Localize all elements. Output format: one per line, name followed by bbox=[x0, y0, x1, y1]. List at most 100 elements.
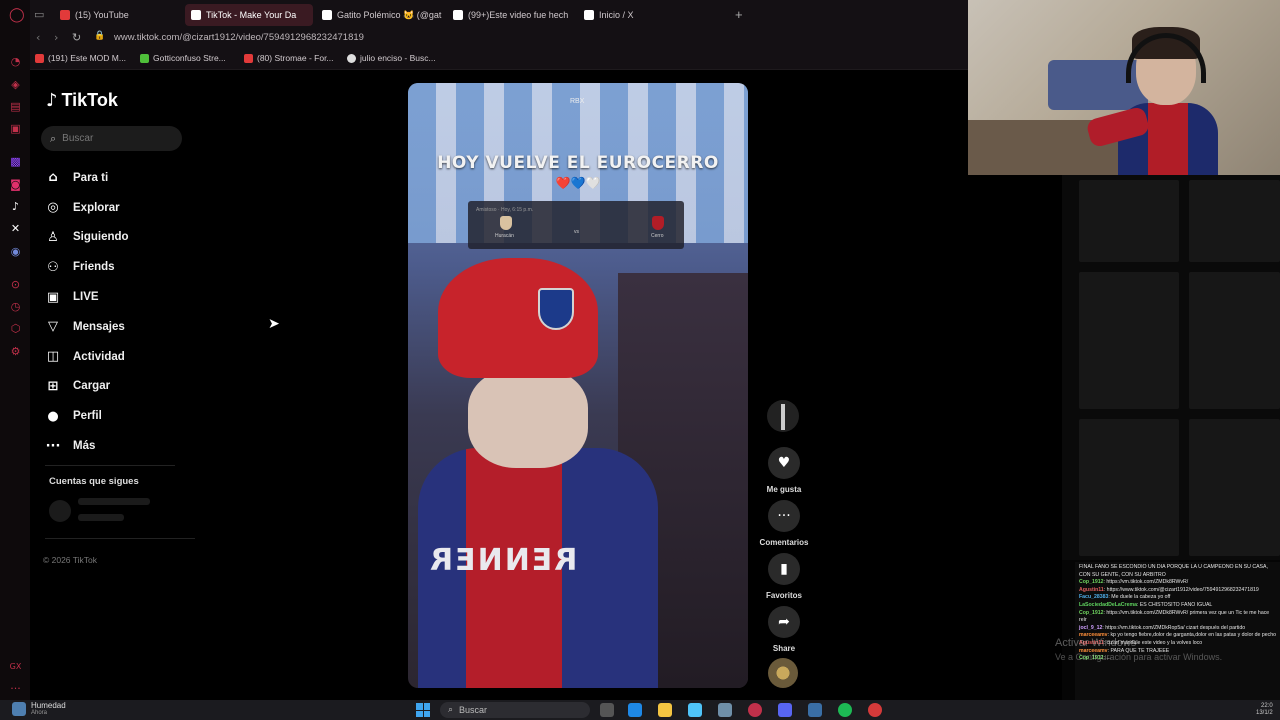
bookmark-item[interactable]: (191) Este MOD M... bbox=[35, 53, 126, 63]
reload-icon[interactable]: ↻ bbox=[72, 31, 81, 44]
video-subject-hat bbox=[438, 258, 598, 378]
divider bbox=[45, 538, 195, 539]
chat-message: FINAL FANO SE ESCONDIO UN DIA PORQUE LA … bbox=[1079, 564, 1276, 579]
bookmark-item[interactable]: julio enciso - Busc... bbox=[347, 53, 436, 63]
team-crest-icon bbox=[500, 216, 512, 230]
tab-label: Inicio / X bbox=[599, 10, 634, 20]
tab-tiktok[interactable]: TikTok - Make Your Da bbox=[185, 4, 313, 26]
taskbar-search[interactable]: ⌕ Buscar bbox=[440, 702, 590, 718]
tab-gatito[interactable]: Gatito Polémico 😺 (@gat bbox=[316, 4, 444, 26]
bookmark-item[interactable]: (80) Stromae - For... bbox=[244, 53, 334, 63]
windows-activation-title: Activar Windows bbox=[1055, 637, 1137, 649]
sidebar-app-icon[interactable]: ◔ bbox=[9, 55, 22, 68]
new-tab-button[interactable]: + bbox=[735, 7, 743, 22]
discord-icon[interactable]: ◉ bbox=[9, 245, 22, 258]
spotify-icon[interactable] bbox=[838, 703, 852, 717]
tab-label: (15) YouTube bbox=[75, 10, 129, 20]
scoreboard-overlay: Amistoso · Hoy, 6:15 p.m. Huracán vs Cer… bbox=[468, 201, 684, 249]
search-input[interactable] bbox=[62, 133, 163, 144]
more-icon: ··· bbox=[45, 438, 61, 454]
music-disc-icon[interactable] bbox=[768, 658, 798, 688]
opera-logo-icon[interactable]: ◯ bbox=[9, 8, 25, 22]
divider bbox=[45, 465, 175, 466]
sidebar-item-cargar[interactable]: ⊞ Cargar bbox=[45, 372, 129, 402]
app-icon[interactable] bbox=[808, 703, 822, 717]
copilot-icon[interactable] bbox=[688, 703, 702, 717]
file-explorer-icon[interactable] bbox=[658, 703, 672, 717]
sidebar-item-label: LIVE bbox=[73, 291, 99, 304]
settings-icon[interactable]: ⚙ bbox=[9, 345, 22, 358]
live-icon: ▣ bbox=[46, 289, 60, 305]
tab-youtube[interactable]: (15) YouTube bbox=[54, 4, 182, 26]
favorites-label: Favoritos bbox=[765, 591, 802, 600]
bookmark-label: (80) Stromae - For... bbox=[257, 53, 334, 63]
video-player[interactable]: RBX HOY VUELVE EL EUROCERRO ❤️💙🤍 Amistos… bbox=[408, 83, 748, 688]
author-avatar[interactable] bbox=[767, 400, 799, 432]
discord-icon[interactable] bbox=[778, 703, 792, 717]
youtube-icon bbox=[244, 53, 253, 63]
share-button[interactable]: ➦ Share bbox=[754, 606, 814, 653]
taskbar-search-label: Buscar bbox=[459, 705, 488, 715]
sidebar-app-icon[interactable]: ▤ bbox=[9, 100, 22, 113]
url-field[interactable]: www.tiktok.com/@cizart1912/video/7594912… bbox=[114, 32, 364, 43]
twitch-icon[interactable]: ▩ bbox=[9, 155, 22, 168]
weather-subtitle: Ahora bbox=[31, 710, 48, 716]
x-icon[interactable]: ✕ bbox=[9, 222, 22, 235]
extensions-icon[interactable]: ⬡ bbox=[9, 322, 22, 335]
video-subject-face bbox=[468, 368, 588, 468]
windows-start-icon[interactable] bbox=[416, 703, 430, 717]
chat-user: Cop_1912 bbox=[1079, 579, 1104, 586]
sidebar-app-icon[interactable]: ▣ bbox=[9, 122, 22, 135]
compass-icon: ◎ bbox=[47, 200, 59, 216]
history-icon[interactable]: ◷ bbox=[9, 300, 22, 313]
sidebar-item-siguiendo[interactable]: ♙ Siguiendo bbox=[45, 223, 128, 253]
stream-overlay-panel bbox=[1062, 175, 1280, 560]
instagram-icon[interactable]: ◙ bbox=[9, 178, 22, 191]
bookmark-icon: ▮ bbox=[768, 553, 800, 585]
sidebar-item-actividad[interactable]: ◫ Actividad bbox=[45, 342, 129, 372]
sidebar-item-perfil[interactable]: ● Perfil bbox=[45, 401, 129, 431]
tiktok-sidebar-icon[interactable]: ♪ bbox=[9, 200, 22, 213]
more-icon[interactable]: ··· bbox=[9, 682, 22, 695]
sidebar-item-para-ti[interactable]: ⌂ Para ti bbox=[45, 163, 129, 193]
tab-menu-icon[interactable]: ▭ bbox=[34, 8, 44, 21]
store-icon[interactable] bbox=[718, 703, 732, 717]
tiktok-logo[interactable]: ♪ TikTok bbox=[46, 90, 118, 111]
tab-x[interactable]: Inicio / X bbox=[578, 4, 706, 26]
sidebar-item-mas[interactable]: ··· Más bbox=[45, 431, 129, 461]
following-icon: ♙ bbox=[47, 229, 59, 245]
sidebar-item-explorar[interactable]: ◎ Explorar bbox=[45, 193, 129, 223]
sidebar-app-icon[interactable]: ◈ bbox=[9, 78, 22, 91]
like-button[interactable]: ♥ Me gusta bbox=[754, 447, 814, 494]
chat-user: Facu_28383 bbox=[1079, 594, 1109, 601]
following-accounts-title: Cuentas que sigues bbox=[49, 476, 139, 487]
sidebar-item-label: Para ti bbox=[73, 171, 109, 184]
clock[interactable]: 22:0 13/1/2 bbox=[1256, 703, 1273, 717]
sidebar-menu: ⌂ Para ti ◎ Explorar ♙ Siguiendo ⚇ Friends ▣… bbox=[45, 163, 129, 461]
sidebar-item-friends[interactable]: ⚇ Friends bbox=[45, 252, 129, 282]
sidebar-item-mensajes[interactable]: ▽ Mensajes bbox=[45, 312, 129, 342]
chat-user: Agustin11 bbox=[1079, 586, 1104, 593]
forward-icon[interactable]: › bbox=[54, 31, 58, 44]
search-box[interactable]: ⌕ bbox=[41, 126, 182, 151]
copyright-text: © 2026 TikTok bbox=[43, 555, 97, 565]
edge-icon[interactable] bbox=[628, 703, 642, 717]
task-view-icon[interactable] bbox=[600, 703, 614, 717]
weather-widget[interactable]: Humedad Ahora bbox=[12, 702, 66, 716]
webcam-feed bbox=[968, 0, 1280, 175]
x-tab-icon bbox=[584, 10, 594, 20]
sidebar-app-icon[interactable]: GX bbox=[9, 660, 22, 673]
overlay-cell bbox=[1079, 419, 1179, 556]
sidebar-item-live[interactable]: ▣ LIVE bbox=[45, 282, 129, 312]
sidebar-app-icon[interactable]: ⊙ bbox=[9, 278, 22, 291]
obs-icon[interactable] bbox=[868, 703, 882, 717]
opera-gx-icon[interactable] bbox=[748, 703, 762, 717]
clock-time: 22:0 bbox=[1261, 703, 1273, 709]
favorites-button[interactable]: ▮ Favoritos bbox=[754, 553, 814, 600]
back-icon[interactable]: ‹ bbox=[36, 31, 40, 44]
clock-date: 13/1/2 bbox=[1256, 710, 1273, 716]
chat-text: : https://vm.tiktok.com/ZMDkRop5a/ cizar… bbox=[1102, 624, 1246, 631]
comments-button[interactable]: ··· Comentarios bbox=[754, 500, 814, 547]
tab-video[interactable]: (99+)Este video fue hech bbox=[447, 4, 575, 26]
bookmark-item[interactable]: Gotticonfuso Stre... bbox=[140, 53, 226, 63]
